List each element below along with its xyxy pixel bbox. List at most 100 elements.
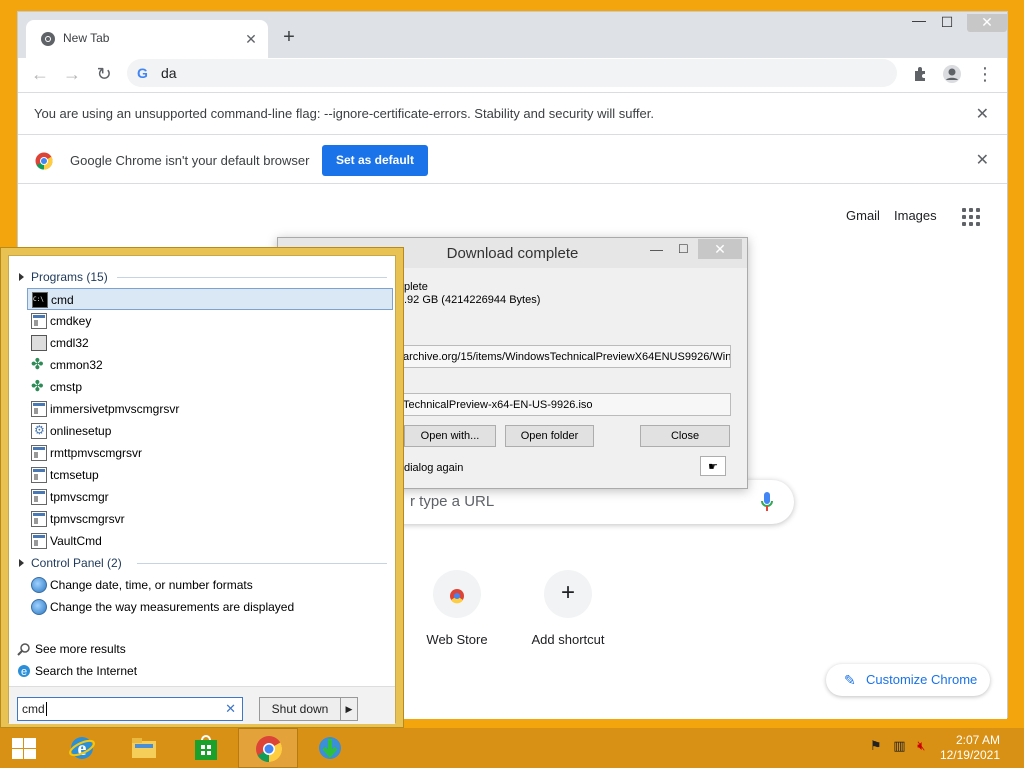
web-store-icon (433, 570, 481, 618)
taskbar-store[interactable] (176, 728, 236, 768)
shortcut-web-store[interactable]: Web Store (407, 570, 507, 647)
link-label: See more results (35, 642, 126, 656)
reload-icon[interactable]: ↻ (92, 62, 116, 86)
shutdown-options-arrow-icon[interactable]: ▶ (340, 697, 358, 721)
chrome-logo-icon (35, 152, 53, 170)
svg-text:e: e (21, 666, 27, 678)
flag-icon[interactable]: ⚑ (870, 738, 882, 753)
google-apps-grid-icon[interactable] (962, 208, 980, 226)
clock[interactable]: 2:07 AM 12/19/2021 (940, 733, 1000, 763)
taskbar-file-explorer[interactable] (114, 728, 174, 768)
program-label: cmd (51, 293, 74, 307)
start-search-input[interactable]: cmd ✕ (17, 697, 243, 721)
minimize-icon[interactable]: — (650, 242, 663, 257)
exe-icon (31, 511, 47, 527)
shortcut-label: Add shortcut (531, 632, 605, 647)
close-icon[interactable]: ✕ (976, 104, 989, 124)
address-bar[interactable]: G da (127, 59, 897, 87)
pencil-icon: ✎ (844, 672, 856, 688)
close-icon[interactable]: ✕ (976, 150, 989, 170)
clover-icon (31, 355, 47, 373)
control-panel-label: Change the way measurements are displaye… (50, 600, 295, 614)
gmail-link[interactable]: Gmail (846, 208, 880, 223)
minimize-icon[interactable]: — (905, 12, 933, 30)
drag-hand-icon[interactable]: ☛ (700, 456, 726, 476)
control-panel-group-header[interactable]: Control Panel (2) (19, 556, 122, 570)
close-button[interactable]: Close (640, 425, 730, 447)
images-link[interactable]: Images (894, 208, 937, 223)
program-item-tpmvscmgrsvr[interactable]: tpmvscmgrsvr (27, 508, 393, 530)
taskbar-chrome[interactable] (238, 728, 298, 768)
program-item-tcmsetup[interactable]: tcmsetup (27, 464, 393, 486)
maximize-icon[interactable]: ☐ (933, 14, 961, 32)
start-button[interactable] (0, 728, 48, 768)
new-tab-plus-icon[interactable]: + (277, 26, 301, 50)
network-icon[interactable]: ▥ (893, 738, 905, 753)
close-window-icon[interactable]: ✕ (967, 14, 1007, 32)
open-folder-button[interactable]: Open folder (505, 425, 594, 447)
program-item-rmttpmvscmgrsvr[interactable]: rmttpmvscmgrsvr (27, 442, 393, 464)
start-menu: Programs (15) C:\ cmd cmdkey cmdl32 cmmo… (0, 247, 404, 728)
extensions-puzzle-icon[interactable] (908, 62, 932, 86)
download-status: plete (404, 281, 428, 293)
start-menu-panel: Programs (15) C:\ cmd cmdkey cmdl32 cmmo… (8, 255, 396, 724)
see-more-results-link[interactable]: See more results (17, 642, 126, 656)
close-icon[interactable]: ✕ (698, 239, 742, 259)
search-internet-link[interactable]: e Search the Internet (17, 664, 137, 678)
maximize-icon[interactable]: ☐ (678, 242, 689, 256)
tab-strip: New Tab ✕ + — ☐ ✕ (18, 12, 1007, 58)
customize-chrome-button[interactable]: ✎ Customize Chrome (826, 664, 990, 696)
clock-date: 12/19/2021 (939, 748, 1000, 762)
program-label: immersivetpmvscmgrsvr (50, 402, 180, 416)
shut-down-button[interactable]: Shut down (259, 697, 341, 721)
magnifier-icon (17, 642, 31, 656)
program-label: cmstp (50, 380, 83, 394)
program-item-cmdl32[interactable]: cmdl32 (27, 332, 393, 354)
program-item-cmd[interactable]: C:\ cmd (27, 288, 393, 310)
control-panel-item-measurements[interactable]: Change the way measurements are displaye… (27, 596, 393, 618)
program-label: tcmsetup (50, 468, 99, 482)
tab-close-icon[interactable]: ✕ (242, 30, 260, 48)
program-item-immersivetpmvscmgrsvr[interactable]: immersivetpmvscmgrsvr (27, 398, 393, 420)
control-panel-item-date-time[interactable]: Change date, time, or number formats (27, 574, 393, 596)
exe-icon (31, 401, 47, 417)
exe-icon (31, 313, 47, 329)
download-url-field[interactable]: archive.org/15/items/WindowsTechnicalPre… (398, 345, 731, 368)
plus-icon: + (544, 570, 592, 618)
program-label: cmdkey (50, 314, 92, 328)
tool-icon (31, 335, 47, 351)
internet-explorer-icon: e (17, 664, 31, 678)
microphone-icon[interactable] (760, 491, 774, 513)
expand-triangle-icon (19, 273, 24, 281)
taskbar-internet-explorer[interactable]: e (52, 728, 112, 768)
dont-show-checkbox-label: dialog again (404, 462, 464, 474)
set-as-default-button[interactable]: Set as default (322, 145, 428, 176)
profile-avatar-icon[interactable] (940, 62, 964, 86)
forward-arrow-icon[interactable]: → (60, 62, 84, 86)
kebab-menu-icon[interactable]: ⋮ (973, 62, 997, 86)
divider (117, 277, 387, 278)
taskbar: e ⚑ ▥ 🔇︎ 2:07 AM 12/19/2021 (0, 728, 1024, 768)
program-item-cmmon32[interactable]: cmmon32 (27, 354, 393, 376)
clear-search-icon[interactable]: ✕ (225, 701, 236, 717)
program-label: VaultCmd (50, 534, 102, 548)
taskbar-download-manager[interactable] (300, 728, 360, 768)
programs-group-header[interactable]: Programs (15) (19, 270, 108, 284)
volume-muted-icon[interactable]: 🔇︎ (917, 738, 925, 753)
program-item-cmstp[interactable]: cmstp (27, 376, 393, 398)
program-item-onlinesetup[interactable]: onlinesetup (27, 420, 393, 442)
program-item-cmdkey[interactable]: cmdkey (27, 310, 393, 332)
expand-triangle-icon (19, 559, 24, 567)
program-item-tpmvscmgr[interactable]: tpmvscmgr (27, 486, 393, 508)
download-file-field[interactable]: TechnicalPreview-x64-EN-US-9926.iso (398, 393, 731, 416)
tab-new-tab[interactable]: New Tab ✕ (26, 20, 268, 58)
start-menu-footer: cmd ✕ Shut down ▶ (9, 686, 395, 724)
shortcut-add[interactable]: + Add shortcut (518, 570, 618, 647)
infobar-message: Google Chrome isn't your default browser (70, 153, 310, 168)
address-text: da (161, 65, 177, 81)
back-arrow-icon[interactable]: ← (28, 62, 52, 86)
program-item-vaultcmd[interactable]: VaultCmd (27, 530, 393, 552)
open-with-button[interactable]: Open with... (404, 425, 496, 447)
shortcut-label: Web Store (426, 632, 488, 647)
exe-icon (31, 489, 47, 505)
